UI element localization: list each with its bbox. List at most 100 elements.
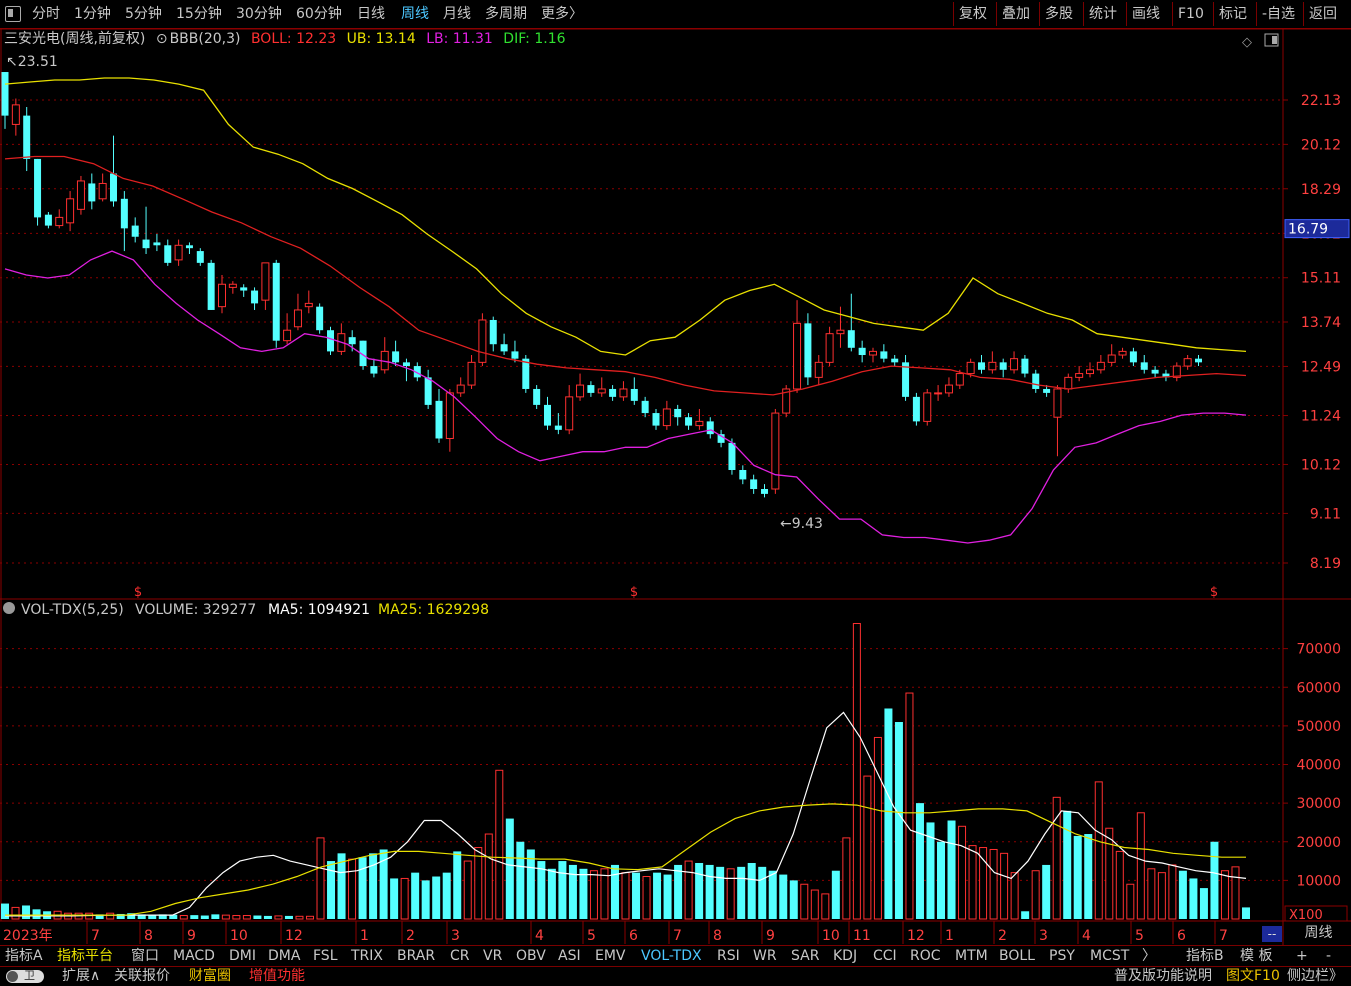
volume-bar-down xyxy=(1178,870,1187,919)
candle-body-up xyxy=(825,333,834,363)
edition-info-link[interactable]: 普及版功能说明 xyxy=(1114,967,1212,986)
volume-bar-up xyxy=(295,915,304,920)
indicator-tab-29[interactable]: - xyxy=(1326,946,1331,966)
volume-bar-down xyxy=(1021,911,1030,919)
indicator-tab-5[interactable]: DMA xyxy=(268,946,300,966)
related-quotes-button[interactable]: 关联报价 xyxy=(114,967,170,986)
indicator-tab-24[interactable]: MCST xyxy=(1090,946,1129,966)
indicator-tab-0[interactable]: 指标A xyxy=(5,946,43,966)
candle-body-down xyxy=(1140,362,1148,370)
indicator-tab-2[interactable]: 窗口 xyxy=(131,946,159,966)
indicator-tab-15[interactable]: RSI xyxy=(717,946,740,966)
x-axis-month-label: 6 xyxy=(1177,928,1186,944)
indicator-tab-21[interactable]: MTM xyxy=(955,946,988,966)
indicator-tab-19[interactable]: CCI xyxy=(873,946,897,966)
indicator-tab-23[interactable]: PSY xyxy=(1049,946,1075,966)
volume-bar-down xyxy=(200,915,209,919)
x-axis-month-label: 5 xyxy=(1135,928,1144,944)
candle-body-down xyxy=(489,319,497,345)
volume-bar-up xyxy=(1052,796,1061,920)
indicator-tab-7[interactable]: TRIX xyxy=(351,946,383,966)
volume-bar-down xyxy=(1242,907,1250,919)
indicator-tab-25[interactable]: 〉 xyxy=(1142,946,1156,966)
indicator-tab-16[interactable]: WR xyxy=(753,946,777,966)
indicator-tab-17[interactable]: SAR xyxy=(791,946,819,966)
volume-bar-down xyxy=(915,803,924,919)
volume-bar-down xyxy=(1210,841,1219,919)
scroll-dash-button[interactable]: -- xyxy=(1262,926,1282,942)
volume-bar-down xyxy=(1199,888,1208,919)
candle-body-down xyxy=(370,366,378,374)
volume-bar-down xyxy=(284,915,293,919)
volume-bar-down xyxy=(789,880,798,919)
candle-body-up xyxy=(597,388,606,394)
volume-bar-down xyxy=(768,870,777,919)
wealth-circle-button[interactable]: 财富圈 xyxy=(189,967,231,986)
indicator-tab-10[interactable]: VR xyxy=(483,946,502,966)
volume-ma25: MA25: 1629298 xyxy=(378,602,489,618)
candle-body-down xyxy=(153,242,161,246)
indicator-tab-14[interactable]: VOL-TDX xyxy=(641,946,702,966)
indicator-tab-20[interactable]: ROC xyxy=(910,946,941,966)
volume-bar-up xyxy=(1136,812,1145,920)
volume-bar-down xyxy=(653,872,662,919)
indicator-tab-27[interactable]: 模 板 xyxy=(1240,946,1272,966)
candle-body-down xyxy=(912,396,920,422)
indicator-tab-9[interactable]: CR xyxy=(450,946,470,966)
volume-bar-down xyxy=(884,708,893,919)
volume-bar-up xyxy=(842,837,851,920)
volume-bar-down xyxy=(831,870,840,919)
volume-bar-up xyxy=(684,860,693,920)
candle-body-down xyxy=(164,245,172,263)
volume-bar-down xyxy=(263,915,272,919)
indicator-tab-8[interactable]: BRAR xyxy=(397,946,435,966)
volume-bar-up xyxy=(958,825,967,920)
volume-dropdown-icon xyxy=(3,602,15,614)
candle-body-up xyxy=(793,322,802,390)
volume-bar-down xyxy=(369,853,378,919)
candle-body-up xyxy=(1118,350,1127,356)
indicator-tab-28[interactable]: + xyxy=(1296,946,1308,966)
indicator-tab-12[interactable]: ASI xyxy=(558,946,581,966)
indicator-tab-26[interactable]: 指标B xyxy=(1186,946,1224,966)
indicator-tab-bar: 指标A 指标平台 窗口 MACD DMI DMA FSL TRIX BRAR CR VR OBV ASI… xyxy=(0,945,1351,966)
indicator-tab-13[interactable]: EMV xyxy=(595,946,626,966)
indicator-tab-11[interactable]: OBV xyxy=(516,946,546,966)
chart-canvas[interactable]: ↖23.51←9.43$$$ 22.1320.1218.2916.6215.11… xyxy=(0,0,1351,945)
volume-bar-up xyxy=(1105,827,1114,920)
indicator-tab-1[interactable]: 指标平台 xyxy=(57,946,113,966)
x-axis-month-label: 11 xyxy=(853,928,871,944)
candle-body-up xyxy=(1064,376,1073,390)
price-tick-label: 15.11 xyxy=(1301,271,1341,287)
x-axis-month-label: 4 xyxy=(535,928,544,944)
candle-body-up xyxy=(814,361,823,378)
value-add-button[interactable]: 增值功能 xyxy=(249,967,305,986)
volume-bar-down xyxy=(516,841,525,919)
toggle-switch[interactable]: 卫 xyxy=(6,969,44,983)
volume-bar-down xyxy=(568,864,577,919)
price-tick-label: 18.29 xyxy=(1301,182,1341,198)
candle-body-down xyxy=(272,262,280,341)
candle-body-up xyxy=(1096,361,1105,371)
indicator-tab-18[interactable]: KDJ xyxy=(833,946,857,966)
volume-bar-down xyxy=(453,851,462,919)
indicator-tab-3[interactable]: MACD xyxy=(173,946,215,966)
indicator-tab-6[interactable]: FSL xyxy=(313,946,338,966)
volume-bar-down xyxy=(390,878,399,919)
indicator-tab-4[interactable]: DMI xyxy=(229,946,256,966)
f10-button[interactable]: 图文F10 xyxy=(1226,967,1280,986)
candle-body-up xyxy=(261,262,270,301)
indicator-tab-22[interactable]: BOLL xyxy=(999,946,1035,966)
candle-body-down xyxy=(185,245,193,249)
volume-bar-down xyxy=(695,862,704,919)
volume-bar-down xyxy=(1189,878,1198,919)
expand-button[interactable]: 扩展∧ xyxy=(62,967,100,986)
sidebar-button[interactable]: 侧边栏》 xyxy=(1287,967,1343,986)
candle-body-down xyxy=(674,408,682,418)
candle-body-up xyxy=(662,408,671,427)
candle-body-down xyxy=(34,158,42,218)
volume-bar-up xyxy=(242,915,251,920)
candle-body-up xyxy=(174,244,183,261)
candle-body-down xyxy=(652,413,660,426)
price-tick-label: 13.74 xyxy=(1301,315,1341,331)
